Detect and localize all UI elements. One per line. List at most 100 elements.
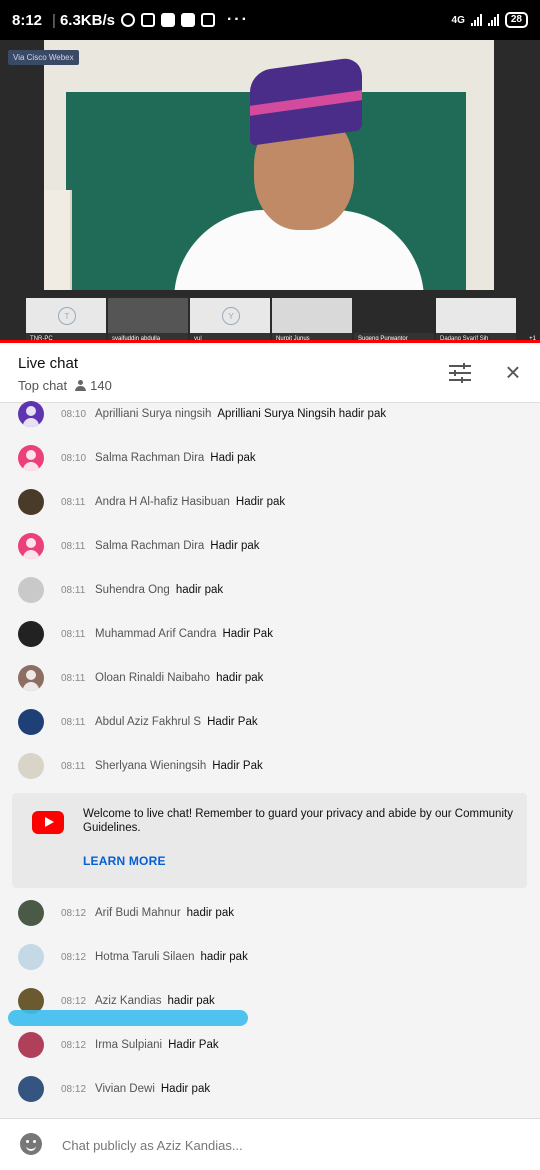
chat-message[interactable]: 08:12 Hotma Taruli Silaen hadir pak bbox=[0, 935, 540, 979]
message-time: 08:11 bbox=[61, 716, 86, 728]
message-time: 08:11 bbox=[61, 672, 86, 684]
participant-avatar: Y bbox=[222, 307, 240, 325]
message-author[interactable]: Andra H Al-hafiz Hasibuan bbox=[95, 496, 230, 508]
message-author[interactable]: Vivian Dewi bbox=[95, 1083, 155, 1095]
chat-message[interactable]: 08:12 Irma Sulpiani Hadir Pak bbox=[0, 1023, 540, 1067]
viewer-count-value: 140 bbox=[90, 378, 112, 393]
message-text: Hadir pak bbox=[210, 540, 260, 552]
message-author[interactable]: Sherlyana Wieningsih bbox=[95, 760, 206, 772]
chat-message[interactable]: 08:10 Aprilliani Surya ningsih Aprilliani… bbox=[0, 396, 540, 436]
message-text: hadir pak bbox=[186, 907, 234, 919]
alarm-icon bbox=[120, 13, 135, 27]
message-author[interactable]: Salma Rachman Dira bbox=[95, 540, 204, 552]
network-type: 4G bbox=[451, 14, 465, 26]
background-pillar bbox=[44, 190, 72, 290]
system-indicators: 4G 28 bbox=[452, 12, 528, 28]
participant-strip: T TNR-PC syaifuddin abdulla Yyul Nurpit J… bbox=[0, 298, 540, 343]
message-author[interactable]: Suhendra Ong bbox=[95, 584, 170, 596]
participant-thumb: T TNR-PC bbox=[26, 298, 106, 343]
game-icon bbox=[160, 13, 175, 27]
filter-icon[interactable] bbox=[449, 363, 471, 383]
message-content: Oloan Rinaldi Naibaho hadir pak bbox=[95, 672, 263, 684]
notification-icons: ··· bbox=[120, 11, 249, 29]
welcome-text: Welcome to live chat! Remember to guard … bbox=[83, 808, 513, 834]
status-bar: 8:12 | 6.3KB/s ··· 4G 28 bbox=[0, 0, 540, 40]
avatar[interactable] bbox=[18, 753, 44, 779]
message-author[interactable]: Arif Budi Mahnur bbox=[95, 907, 181, 919]
message-text: Hadir Pak bbox=[212, 760, 263, 772]
chat-message[interactable]: 08:11 Muhammad Arif Candra Hadir Pak bbox=[0, 612, 540, 656]
message-text: Hadir pak bbox=[235, 496, 286, 508]
avatar[interactable] bbox=[18, 621, 44, 647]
learn-more-link[interactable]: LEARN MORE bbox=[83, 854, 166, 868]
message-time: 08:11 bbox=[61, 540, 86, 552]
avatar[interactable] bbox=[18, 401, 44, 427]
chat-message[interactable]: 08:12 Arif Budi Mahnur hadir pak bbox=[0, 891, 540, 935]
avatar[interactable] bbox=[18, 709, 44, 735]
message-content: Muhammad Arif Candra Hadir Pak bbox=[95, 628, 273, 640]
welcome-banner: Welcome to live chat! Remember to guard … bbox=[12, 793, 527, 888]
emoji-icon[interactable] bbox=[20, 1133, 42, 1155]
message-author[interactable]: Irma Sulpiani bbox=[95, 1039, 162, 1051]
message-content: Suhendra Ong hadir pak bbox=[95, 584, 223, 596]
participant-thumb: Sugeng Purwantor bbox=[354, 298, 434, 343]
avatar[interactable] bbox=[18, 445, 44, 471]
chat-subtitle: Top chat 140 bbox=[18, 378, 112, 393]
network-speed: 6.3KB/s bbox=[59, 11, 115, 29]
chat-message[interactable]: 08:11 Sherlyana Wieningsih Hadir Pak bbox=[0, 744, 540, 788]
message-text: Aprilliani Surya Ningsih hadir pak bbox=[217, 408, 387, 420]
message-time: 08:11 bbox=[61, 584, 86, 596]
message-time: 08:12 bbox=[61, 995, 87, 1007]
message-author[interactable]: Oloan Rinaldi Naibaho bbox=[95, 672, 210, 684]
message-time: 08:11 bbox=[61, 628, 86, 640]
message-content: Hotma Taruli Silaen hadir pak bbox=[95, 951, 248, 963]
close-icon[interactable]: × bbox=[502, 359, 524, 385]
person-icon bbox=[75, 380, 87, 391]
signal-icon bbox=[470, 14, 482, 26]
clock: 8:12 bbox=[12, 11, 43, 29]
chat-message[interactable]: 08:11 Salma Rachman Dira Hadir pak bbox=[0, 524, 540, 568]
avatar[interactable] bbox=[18, 1032, 44, 1058]
message-text: hadir pak bbox=[167, 995, 215, 1007]
participant-thumb: syaifuddin abdulla bbox=[108, 298, 188, 343]
chat-message[interactable]: 08:12 Vivian Dewi Hadir pak bbox=[0, 1067, 540, 1111]
signal-2-icon bbox=[487, 14, 499, 26]
avatar[interactable] bbox=[18, 900, 44, 926]
message-text: hadir pak bbox=[216, 672, 264, 684]
avatar[interactable] bbox=[18, 944, 44, 970]
facebook-icon bbox=[180, 13, 195, 27]
message-text: Hadir pak bbox=[160, 1083, 211, 1095]
message-content: Abdul Aziz Fakhrul S Hadir Pak bbox=[95, 716, 258, 728]
participant-avatar: T bbox=[58, 307, 76, 325]
video-player[interactable]: Via Cisco Webex T TNR-PC syaifuddin abdul… bbox=[0, 40, 540, 343]
more-notifications-icon: ··· bbox=[226, 11, 249, 28]
chat-message[interactable]: 08:10 Salma Rachman Dira Hadi pak bbox=[0, 436, 540, 480]
calendar-icon bbox=[200, 13, 215, 27]
chat-title: Live chat bbox=[18, 355, 79, 372]
message-author[interactable]: Aziz Kandias bbox=[95, 995, 161, 1007]
message-content: Salma Rachman Dira Hadi pak bbox=[95, 452, 256, 464]
avatar[interactable] bbox=[18, 489, 44, 515]
message-time: 08:12 bbox=[61, 1039, 87, 1051]
chat-message[interactable]: 08:11 Oloan Rinaldi Naibaho hadir pak bbox=[0, 656, 540, 700]
message-author[interactable]: Abdul Aziz Fakhrul S bbox=[95, 716, 201, 728]
message-text: hadir pak bbox=[200, 951, 248, 963]
message-time: 08:10 bbox=[61, 408, 87, 420]
highlight-stroke bbox=[8, 1010, 248, 1026]
message-author[interactable]: Aprilliani Surya ningsih bbox=[95, 408, 211, 420]
message-author[interactable]: Muhammad Arif Candra bbox=[95, 628, 216, 640]
avatar[interactable] bbox=[18, 665, 44, 691]
message-author[interactable]: Salma Rachman Dira bbox=[95, 452, 204, 464]
message-content: Vivian Dewi Hadir pak bbox=[95, 1083, 210, 1095]
message-text: hadir pak bbox=[175, 584, 224, 596]
avatar[interactable] bbox=[18, 533, 44, 559]
viewer-count: 140 bbox=[75, 378, 112, 393]
avatar[interactable] bbox=[18, 1076, 44, 1102]
chat-message[interactable]: 08:11 Abdul Aziz Fakhrul S Hadir Pak bbox=[0, 700, 540, 744]
avatar[interactable] bbox=[18, 577, 44, 603]
message-author[interactable]: Hotma Taruli Silaen bbox=[95, 951, 195, 963]
chat-mode-selector[interactable]: Top chat bbox=[18, 378, 67, 393]
chat-message[interactable]: 08:11 Andra H Al-hafiz Hasibuan Hadir pak bbox=[0, 480, 540, 524]
chat-message[interactable]: 08:11 Suhendra Ong hadir pak bbox=[0, 568, 540, 612]
chat-input[interactable] bbox=[62, 1133, 502, 1157]
